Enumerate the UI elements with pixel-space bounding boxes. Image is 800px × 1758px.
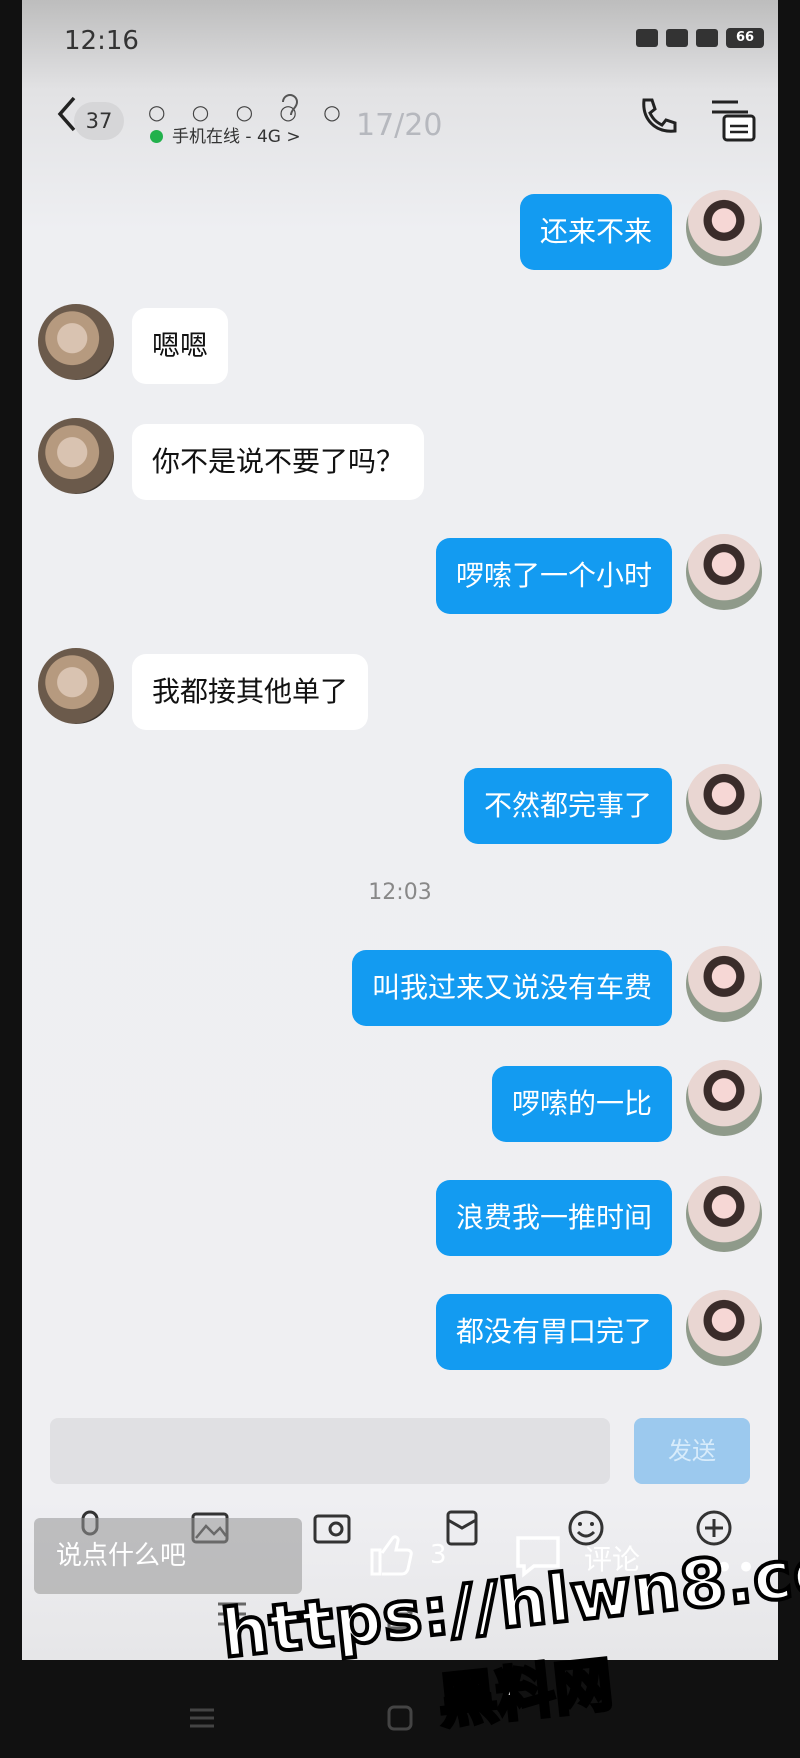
chat-header: 37 ○ ○ ○ ○ ○ 手机在线 - 4G > 17/20 — [22, 80, 778, 160]
message-bubble-outgoing[interactable]: 都没有胃口完了 — [435, 1294, 672, 1370]
send-button[interactable]: 发送 — [634, 1418, 750, 1484]
comment-input-overlay[interactable]: 说点什么吧 — [34, 1518, 302, 1594]
message-bubble-incoming[interactable]: 你不是说不要了吗？ — [132, 424, 425, 500]
red-packet-icon[interactable] — [442, 1508, 482, 1548]
unread-count-badge[interactable]: 37 — [74, 102, 124, 140]
status-time: 12:16 — [64, 26, 139, 56]
system-nav-bar — [0, 1680, 800, 1750]
alarm-icon — [636, 29, 658, 47]
message-bubble-outgoing[interactable]: 叫我过来又说没有车费 — [351, 950, 672, 1026]
my-avatar[interactable] — [686, 1060, 762, 1136]
online-status: 手机在线 - 4G > — [172, 127, 301, 147]
message-input[interactable] — [50, 1418, 610, 1484]
my-avatar[interactable] — [686, 1290, 762, 1366]
message-bubble-outgoing[interactable]: 啰嗦的一比 — [491, 1066, 672, 1142]
message-bubble-incoming[interactable]: 嗯嗯 — [132, 308, 229, 384]
system-menu-icon[interactable] — [186, 1702, 218, 1734]
status-icons: 66 — [636, 28, 764, 48]
like-count: 3 — [430, 1540, 447, 1570]
message-bubble-outgoing[interactable]: 浪费我一推时间 — [435, 1180, 672, 1256]
system-home-icon[interactable] — [384, 1702, 416, 1734]
thumbs-up-icon[interactable] — [366, 1530, 414, 1578]
contact-name: ○ ○ ○ ○ ○ — [148, 100, 351, 124]
my-avatar[interactable] — [686, 764, 762, 840]
contact-avatar[interactable] — [38, 648, 114, 724]
earpiece-mode-icon — [282, 94, 299, 116]
my-avatar[interactable] — [686, 534, 762, 610]
status-bar: 12:16 66 — [22, 0, 778, 70]
battery-icon: 66 — [726, 28, 764, 48]
message-bubble-outgoing[interactable]: 还来不来 — [519, 194, 672, 270]
camera-icon[interactable] — [312, 1508, 352, 1548]
my-avatar[interactable] — [686, 190, 762, 266]
phone-icon[interactable] — [634, 94, 678, 138]
chat-screenshot: 12:16 66 37 ○ ○ ○ ○ ○ 手机在线 - 4G > 17/20 — [22, 0, 778, 1660]
my-avatar[interactable] — [686, 1176, 762, 1252]
message-timestamp: 12:03 — [368, 880, 432, 905]
image-counter: 17/20 — [356, 108, 443, 143]
photo-frame: 12:16 66 37 ○ ○ ○ ○ ○ 手机在线 - 4G > 17/20 — [0, 0, 800, 1758]
online-indicator — [150, 130, 163, 143]
message-bubble-outgoing[interactable]: 不然都完事了 — [463, 768, 672, 844]
contact-avatar[interactable] — [38, 304, 114, 380]
contact-avatar[interactable] — [38, 418, 114, 494]
menu-icon[interactable] — [708, 94, 756, 142]
signal-icon — [696, 29, 718, 47]
my-avatar[interactable] — [686, 946, 762, 1022]
hd-icon — [666, 29, 688, 47]
message-bubble-outgoing[interactable]: 啰嗦了一个小时 — [435, 538, 672, 614]
message-bubble-incoming[interactable]: 我都接其他单了 — [132, 654, 369, 730]
